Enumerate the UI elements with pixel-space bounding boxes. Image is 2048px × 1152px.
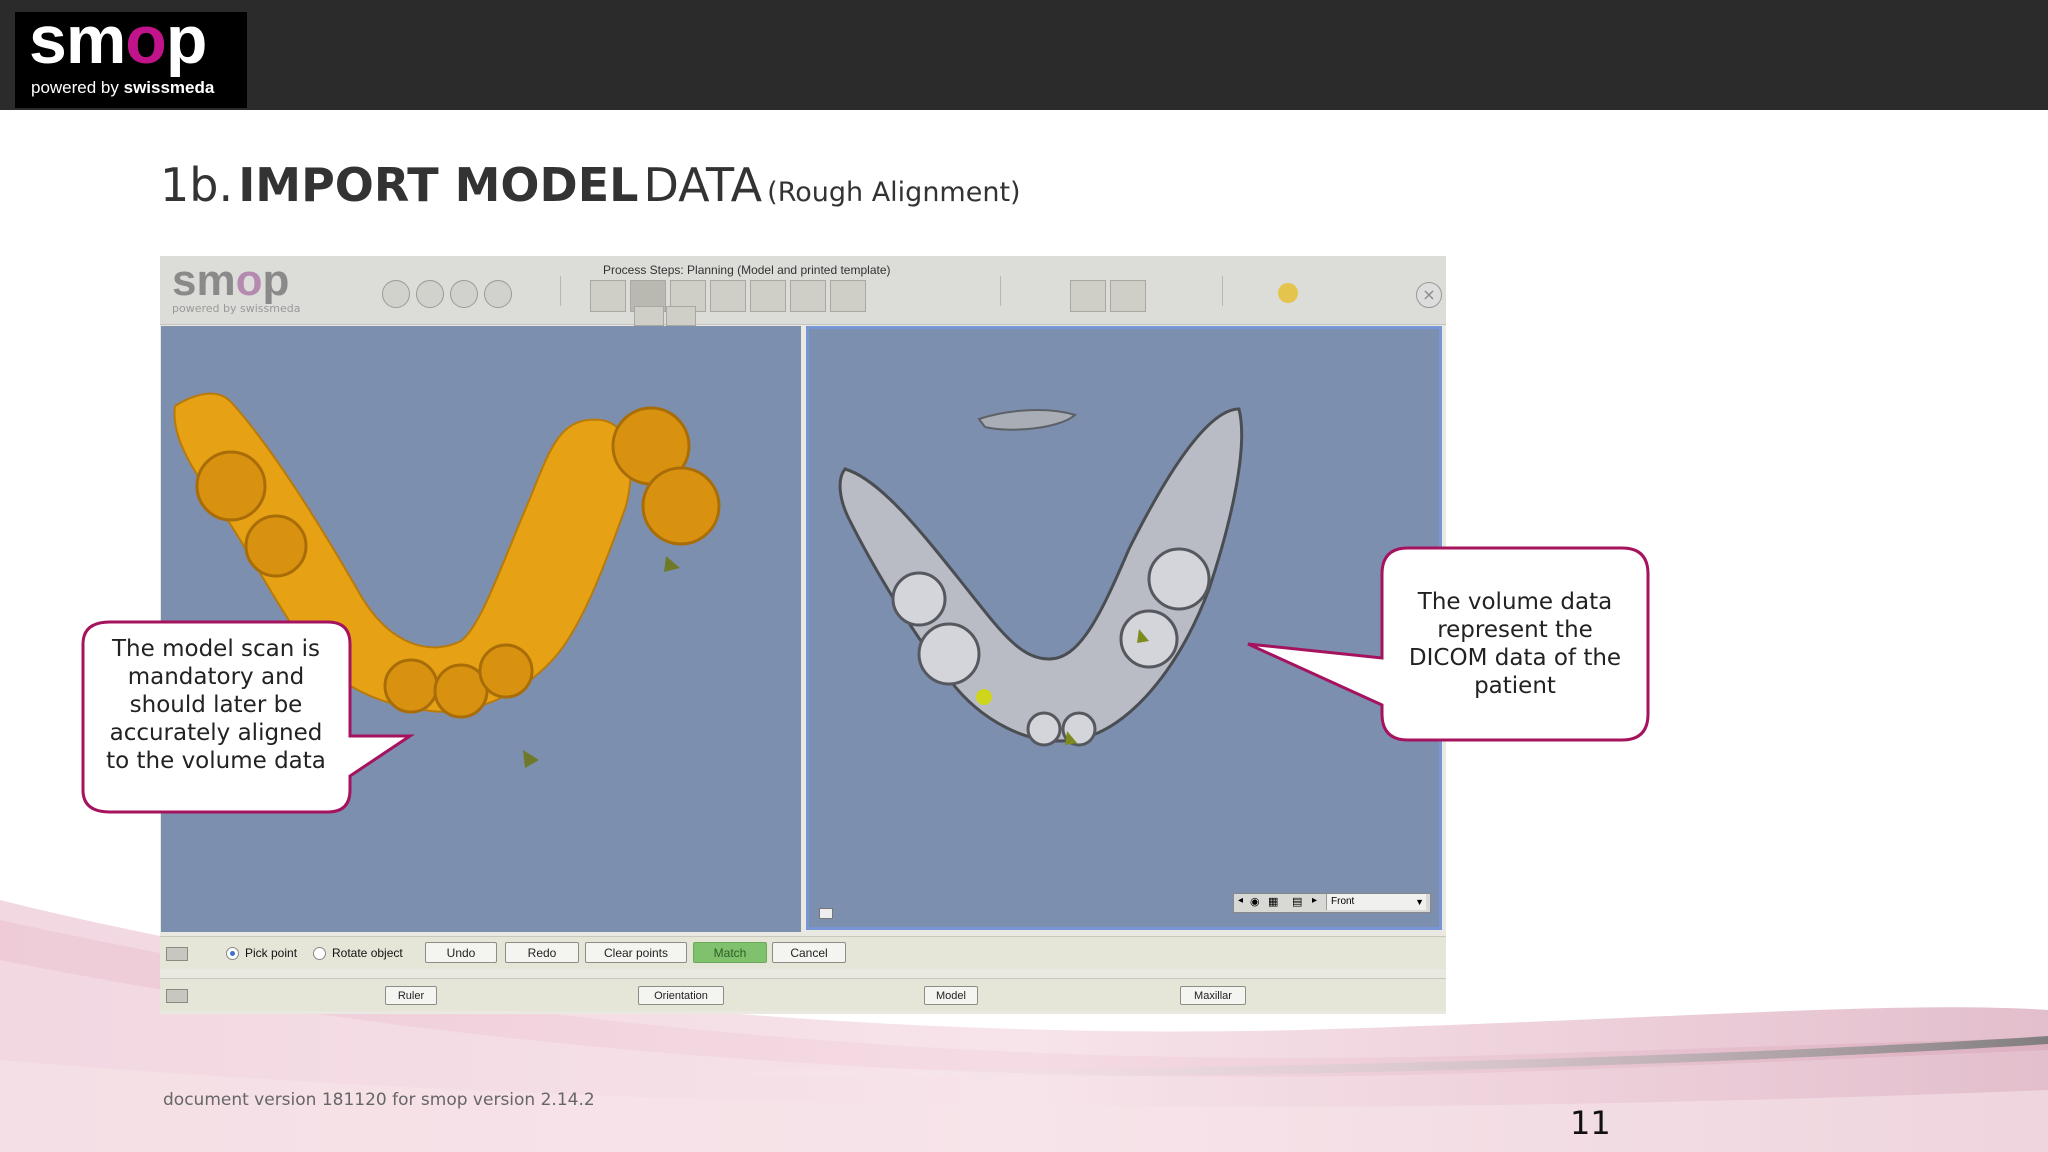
document-version: document version 181120 for smop version…: [163, 1090, 595, 1110]
callout-right-text: The volume data represent the DICOM data…: [1408, 589, 1622, 699]
callout-left-text: The model scan is mandatory and should l…: [106, 636, 326, 774]
callout-shapes: [81, 546, 1650, 814]
page-number: 11: [1570, 1104, 1611, 1142]
